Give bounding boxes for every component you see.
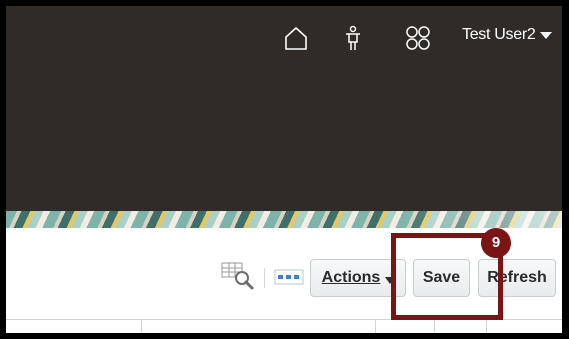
freeze-columns-icon[interactable] <box>274 269 304 285</box>
query-by-example-icon[interactable] <box>221 261 255 291</box>
home-icon[interactable] <box>282 24 310 52</box>
user-menu-chevron-icon[interactable] <box>540 32 552 39</box>
apps-grid-icon[interactable] <box>404 24 432 52</box>
user-menu-name[interactable]: Test User2 <box>462 26 536 44</box>
actions-button-label: Actions <box>321 269 381 286</box>
table-column-divider <box>434 319 435 333</box>
toolbar-separator <box>264 268 265 288</box>
table-column-divider <box>486 319 487 333</box>
table-column-divider <box>375 319 376 333</box>
header-bar: Test User2 <box>6 6 562 211</box>
decorative-banner <box>6 211 562 228</box>
step-number-badge: 9 <box>481 228 511 258</box>
table-column-divider <box>141 319 142 333</box>
app-window: Test User2 Actions Save Refresh 9 <box>0 0 569 339</box>
accessibility-icon[interactable] <box>339 24 367 52</box>
